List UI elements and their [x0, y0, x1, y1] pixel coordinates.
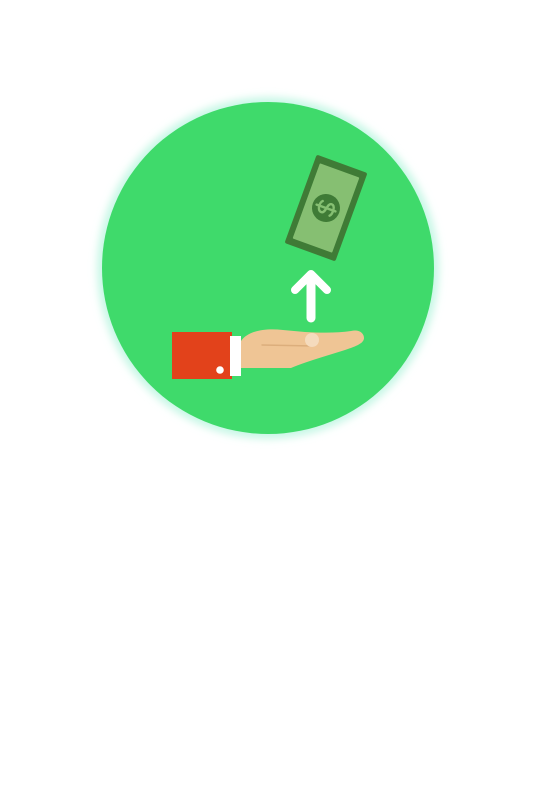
finger-crease	[261, 344, 315, 347]
sleeve-button	[216, 366, 224, 374]
receive-money-illustration	[97, 97, 439, 439]
thumb	[305, 333, 319, 347]
cuff	[230, 336, 241, 376]
green-circle-background	[102, 102, 434, 434]
